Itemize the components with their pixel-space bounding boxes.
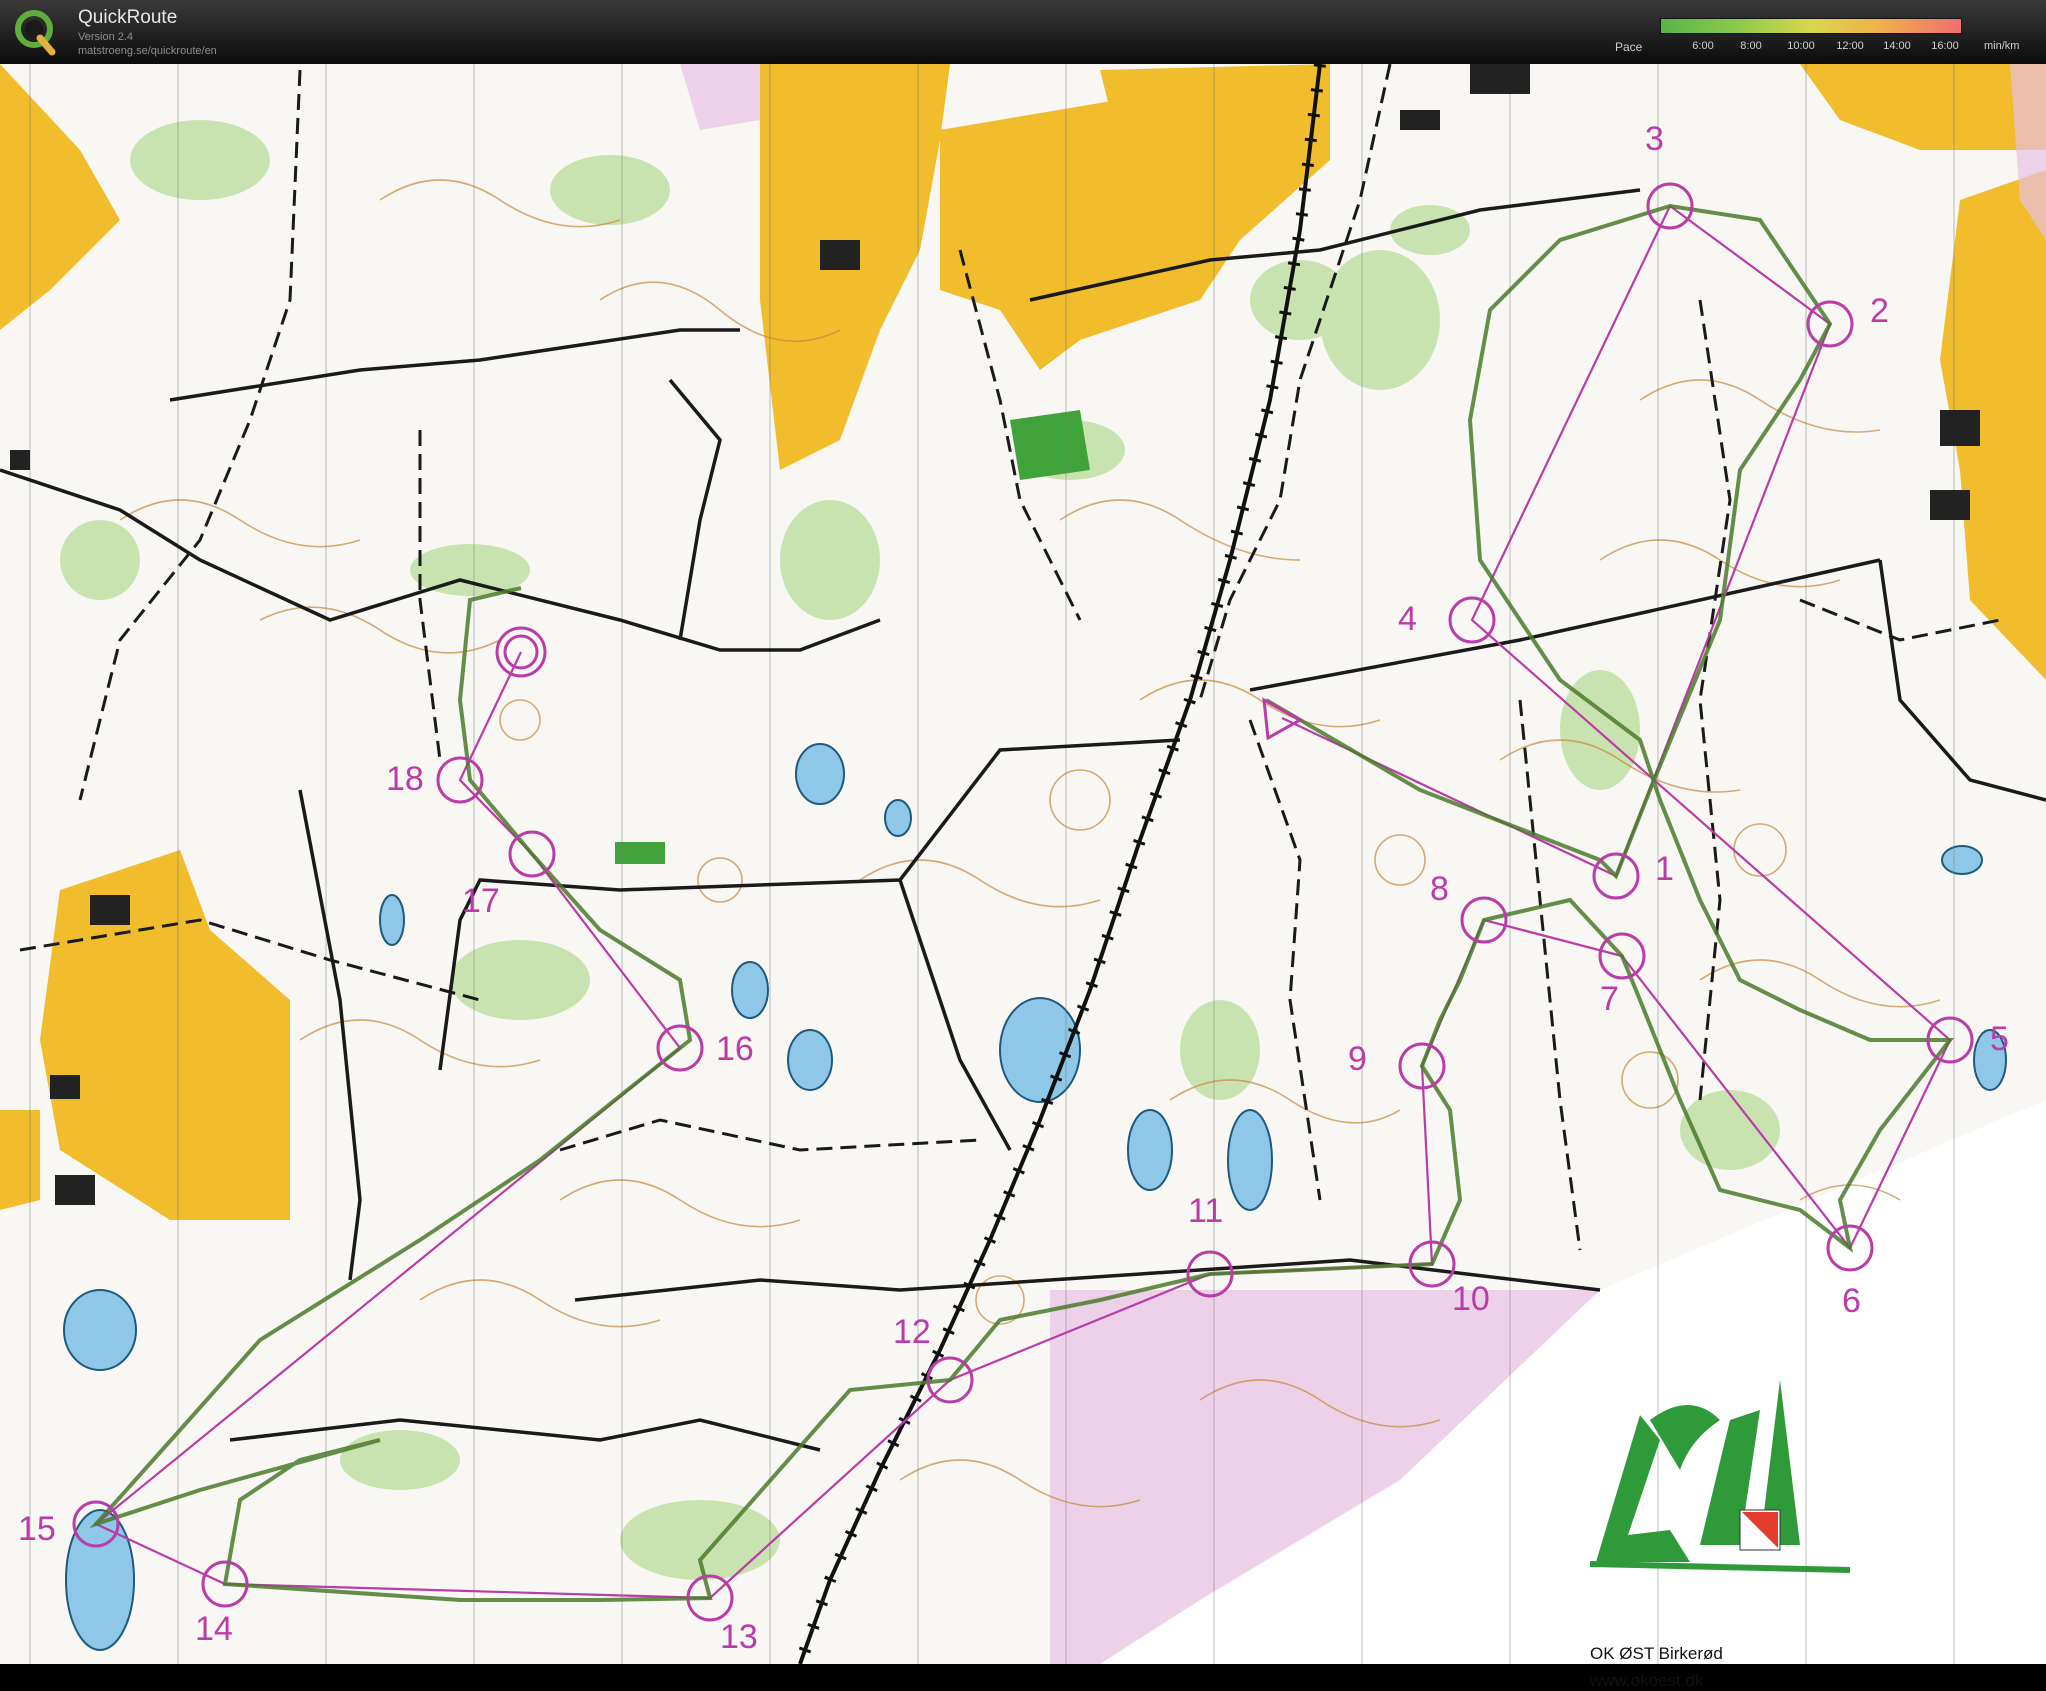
pace-tick: 12:00	[1836, 40, 1864, 52]
pace-unit: min/km	[1984, 40, 2020, 52]
app-title: QuickRoute	[78, 7, 178, 28]
control-number: 7	[1600, 980, 1619, 1018]
control-number: 15	[18, 1510, 56, 1548]
control-number: 16	[716, 1030, 754, 1068]
control-number: 5	[1990, 1020, 2009, 1058]
pace-tick: 6:00	[1692, 40, 1714, 52]
control-number: 11	[1188, 1192, 1223, 1230]
app-header: QuickRoute Version 2.4 matstroeng.se/qui…	[0, 0, 2046, 64]
pace-legend-label: Pace	[1615, 40, 1643, 54]
orienteering-map[interactable]: 1 2 3 4 5 6 7 8 9 10 11 12 13 14 15 16 17 18 OK ØST Birke…	[0, 64, 2046, 1690]
club-url[interactable]: www.okoest.dk	[1590, 1671, 1703, 1691]
pace-tick: 16:00	[1931, 40, 1959, 52]
pace-tick: 8:00	[1740, 40, 1762, 52]
control-number: 6	[1842, 1282, 1861, 1320]
app-url[interactable]: matstroeng.se/quickroute/en	[78, 45, 217, 57]
pace-color-scale	[1660, 18, 1962, 34]
map-canvas[interactable]: 123456789101112131415161718	[0, 64, 2046, 1664]
control-number: 12	[893, 1313, 931, 1351]
pace-tick: 14:00	[1883, 40, 1911, 52]
app-version: Version 2.4	[78, 31, 134, 43]
control-number: 8	[1430, 870, 1449, 908]
control-number: 14	[195, 1610, 233, 1648]
control-number: 10	[1452, 1280, 1490, 1318]
control-number: 3	[1645, 120, 1664, 158]
quickroute-q-logo-icon	[10, 6, 62, 62]
pace-tick-labels: 6:00 8:00 10:00 12:00 14:00 16:00	[1660, 40, 1962, 54]
control-number: 1	[1655, 850, 1674, 888]
control-number: 9	[1348, 1040, 1367, 1078]
control-number: 4	[1398, 600, 1417, 638]
control-number: 13	[720, 1618, 758, 1656]
pace-tick: 10:00	[1787, 40, 1815, 52]
club-name: OK ØST Birkerød	[1590, 1644, 1723, 1663]
control-number: 17	[462, 882, 500, 920]
control-number: 18	[386, 760, 424, 798]
control-number: 2	[1870, 292, 1889, 330]
